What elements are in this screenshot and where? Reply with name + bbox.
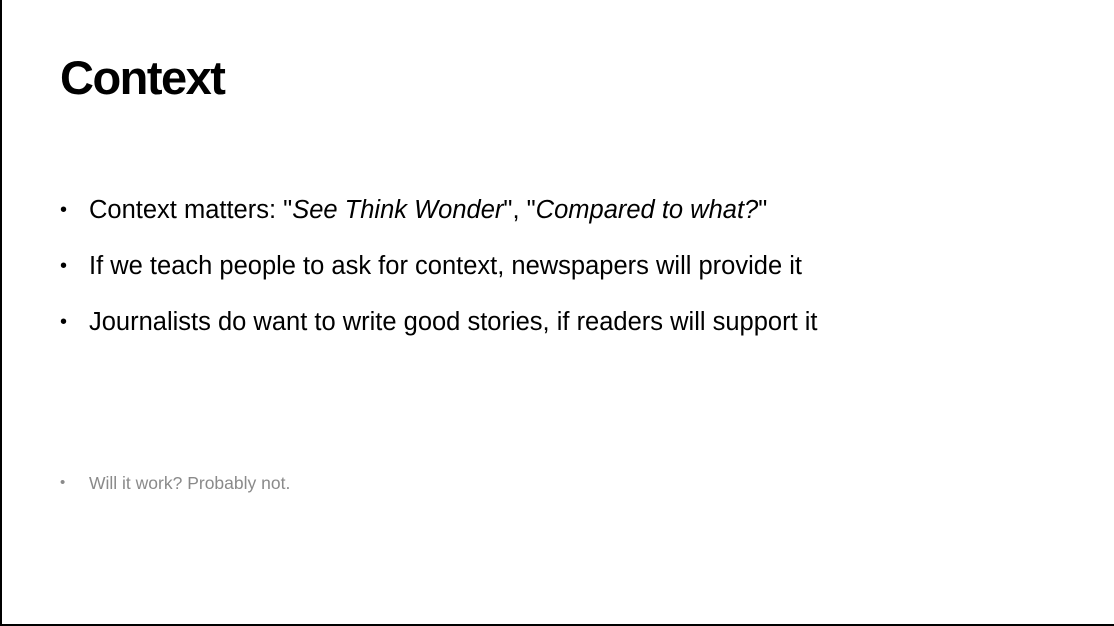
bullet-text: Journalists do want to write good storie… [89,308,818,336]
note-text: Will it work? Probably not. [89,473,291,493]
bullet-emphasis-see-think-wonder: See Think Wonder [292,196,504,224]
bullet-dot-icon: • [60,474,66,491]
bullet-dot-icon: • [60,311,68,333]
bullet-text-prefix: Context matters: " [89,196,293,224]
note-list: • Will it work? Probably not. [60,471,290,495]
bullet-text-suffix: " [758,196,768,224]
note-item: • Will it work? Probably not. [60,471,290,495]
bullet-text: If we teach people to ask for context, n… [89,252,802,280]
bullet-dot-icon: • [60,199,68,221]
bullet-text-separator: ", " [503,196,536,224]
bullet-list: • Context matters: "See Think Wonder", "C… [60,190,818,358]
slide: Context • Context matters: "See Think Won… [0,0,1114,626]
bullet-dot-icon: • [60,255,68,277]
bullet-item-journalists: • Journalists do want to write good stori… [60,302,818,342]
bullet-emphasis-compared-to-what: Compared to what? [535,196,759,224]
slide-title: Context [60,51,226,104]
bullet-item-teach-people: • If we teach people to ask for context, … [60,246,818,286]
bullet-item-context-matters: • Context matters: "See Think Wonder", "C… [60,190,818,230]
